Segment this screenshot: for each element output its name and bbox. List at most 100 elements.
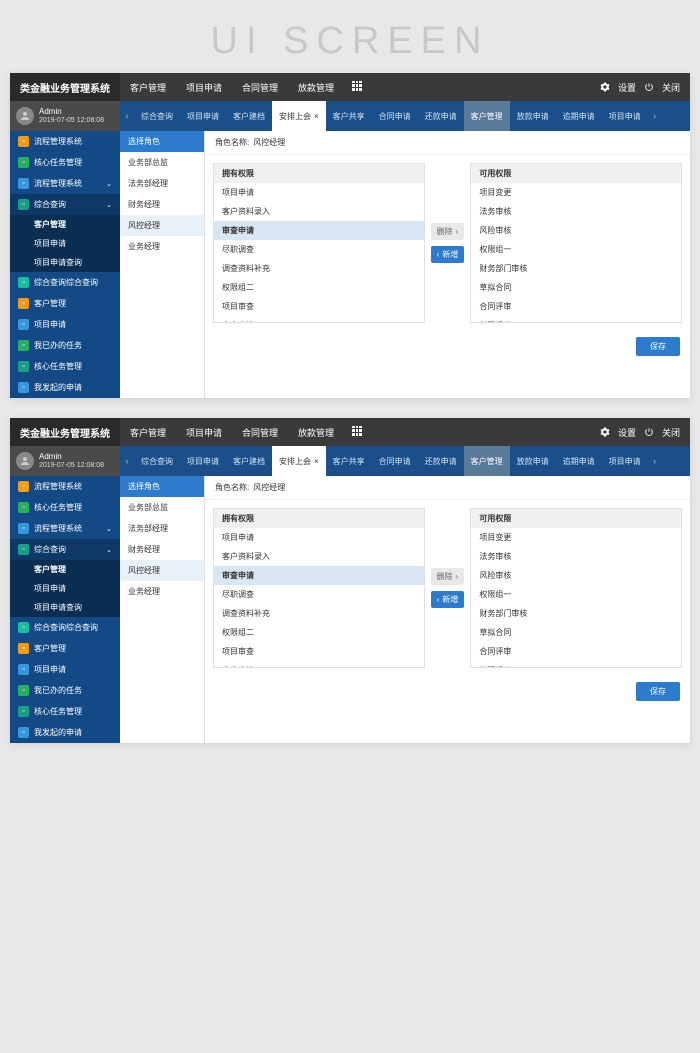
- nav-item[interactable]: 合同管理: [232, 81, 288, 94]
- role-item[interactable]: 法务部经理: [120, 518, 204, 539]
- sidebar-subitem[interactable]: 项目申请查询: [10, 253, 120, 272]
- sidebar-item[interactable]: ▫我发起的申请: [10, 377, 120, 398]
- sidebar-subitem[interactable]: 项目申请: [10, 234, 120, 253]
- permission-item[interactable]: 法务审核: [471, 547, 681, 566]
- add-button[interactable]: ‹新增: [431, 591, 465, 608]
- sidebar-item[interactable]: ▫综合查询综合查询: [10, 272, 120, 293]
- tab-active[interactable]: 安排上会×: [272, 446, 326, 476]
- sidebar-item[interactable]: ▫综合查询⌄: [10, 539, 120, 560]
- sidebar-item[interactable]: ▫核心任务管理: [10, 152, 120, 173]
- add-button[interactable]: ‹新增: [431, 246, 465, 263]
- settings-label[interactable]: 设置: [618, 426, 636, 439]
- permission-item[interactable]: 权限组三: [471, 316, 681, 323]
- permission-item[interactable]: 草拟合同: [471, 278, 681, 297]
- permission-item[interactable]: 项目审查: [214, 642, 424, 661]
- nav-item[interactable]: 合同管理: [232, 426, 288, 439]
- role-item[interactable]: 财务经理: [120, 194, 204, 215]
- tab[interactable]: 还款申请: [418, 446, 464, 476]
- sidebar-subitem[interactable]: 项目申请查询: [10, 598, 120, 617]
- permission-item[interactable]: 草拟合同: [471, 623, 681, 642]
- nav-item[interactable]: 客户管理: [120, 426, 176, 439]
- tab[interactable]: 项目申请: [180, 101, 226, 131]
- role-item[interactable]: 业务部总监: [120, 497, 204, 518]
- permission-item[interactable]: 项目申请: [214, 183, 424, 202]
- permission-item[interactable]: 风险审核: [471, 221, 681, 240]
- tab[interactable]: 客户建档: [226, 446, 272, 476]
- sidebar-item[interactable]: ▫流程管理系统⌄: [10, 173, 120, 194]
- permission-item[interactable]: 财务部门审核: [471, 259, 681, 278]
- permission-item[interactable]: 项目审查: [214, 297, 424, 316]
- sidebar-item[interactable]: ▫综合查询⌄: [10, 194, 120, 215]
- sidebar-item[interactable]: ▫我已办的任务: [10, 680, 120, 701]
- close-icon[interactable]: ×: [314, 112, 319, 121]
- role-item[interactable]: 法务部经理: [120, 173, 204, 194]
- sidebar-subitem[interactable]: 客户管理: [10, 215, 120, 234]
- tab[interactable]: 客户共享: [326, 101, 372, 131]
- permission-item[interactable]: 合同评审: [471, 297, 681, 316]
- tab[interactable]: 项目申请: [602, 101, 648, 131]
- sidebar-item[interactable]: ▫核心任务管理: [10, 356, 120, 377]
- permission-item[interactable]: 法务审核: [471, 202, 681, 221]
- role-item[interactable]: 风控经理: [120, 215, 204, 236]
- nav-item[interactable]: 项目申请: [176, 81, 232, 94]
- tab[interactable]: 综合查询: [134, 446, 180, 476]
- tab[interactable]: 客户共享: [326, 446, 372, 476]
- close-icon[interactable]: ×: [314, 457, 319, 466]
- sidebar-item[interactable]: ▫项目申请: [10, 314, 120, 335]
- permission-item[interactable]: 审查会议: [214, 661, 424, 668]
- permission-item[interactable]: 客户资料录入: [214, 547, 424, 566]
- role-item[interactable]: 财务经理: [120, 539, 204, 560]
- tab[interactable]: 客户管理: [464, 101, 510, 131]
- permission-item[interactable]: 调查资料补充: [214, 604, 424, 623]
- tab[interactable]: 项目申请: [180, 446, 226, 476]
- save-button[interactable]: 保存: [636, 337, 680, 356]
- tab[interactable]: 追期申请: [556, 446, 602, 476]
- gear-icon[interactable]: [600, 82, 610, 92]
- permission-item[interactable]: 项目申请: [214, 528, 424, 547]
- tab[interactable]: 放款申请: [510, 446, 556, 476]
- permission-item[interactable]: 合同评审: [471, 642, 681, 661]
- tab-scroll-right-icon[interactable]: ›: [648, 446, 662, 476]
- tab[interactable]: 客户建档: [226, 101, 272, 131]
- tab[interactable]: 综合查询: [134, 101, 180, 131]
- tab[interactable]: 放款申请: [510, 101, 556, 131]
- sidebar-item[interactable]: ▫我发起的申请: [10, 722, 120, 743]
- sidebar-item[interactable]: ▫客户管理: [10, 293, 120, 314]
- tab[interactable]: 合同申请: [372, 446, 418, 476]
- sidebar-subitem[interactable]: 客户管理: [10, 560, 120, 579]
- power-icon[interactable]: [644, 427, 654, 437]
- sidebar-item[interactable]: ▫核心任务管理: [10, 701, 120, 722]
- role-item[interactable]: 业务经理: [120, 236, 204, 257]
- sidebar-item[interactable]: ▫流程管理系统⌄: [10, 518, 120, 539]
- tab-scroll-left-icon[interactable]: ‹: [120, 446, 134, 476]
- tab[interactable]: 还款申请: [418, 101, 464, 131]
- sidebar-item[interactable]: ▫项目申请: [10, 659, 120, 680]
- nav-item[interactable]: 客户管理: [120, 81, 176, 94]
- permission-item[interactable]: 权限组二: [214, 278, 424, 297]
- sidebar-subitem[interactable]: 项目申请: [10, 579, 120, 598]
- tab[interactable]: 合同申请: [372, 101, 418, 131]
- permission-item[interactable]: 权限组一: [471, 240, 681, 259]
- save-button[interactable]: 保存: [636, 682, 680, 701]
- apps-grid-icon[interactable]: [352, 426, 362, 436]
- permission-item[interactable]: 权限组一: [471, 585, 681, 604]
- permission-item[interactable]: 财务部门审核: [471, 604, 681, 623]
- nav-item[interactable]: 项目申请: [176, 426, 232, 439]
- delete-button[interactable]: 删除›: [431, 223, 465, 240]
- role-item[interactable]: 风控经理: [120, 560, 204, 581]
- permission-item[interactable]: 项目变更: [471, 528, 681, 547]
- permission-item[interactable]: 尽职调查: [214, 240, 424, 259]
- tab[interactable]: 追期申请: [556, 101, 602, 131]
- tab-active[interactable]: 安排上会×: [272, 101, 326, 131]
- tab[interactable]: 客户管理: [464, 446, 510, 476]
- close-label[interactable]: 关闭: [662, 81, 680, 94]
- permission-item[interactable]: 尽职调查: [214, 585, 424, 604]
- apps-grid-icon[interactable]: [352, 81, 362, 91]
- permission-item[interactable]: 审查申请: [214, 221, 424, 240]
- sidebar-item[interactable]: ▫核心任务管理: [10, 497, 120, 518]
- sidebar-item[interactable]: ▫流程管理系统: [10, 131, 120, 152]
- delete-button[interactable]: 删除›: [431, 568, 465, 585]
- role-item[interactable]: 业务经理: [120, 581, 204, 602]
- role-item[interactable]: 业务部总监: [120, 152, 204, 173]
- nav-item[interactable]: 放款管理: [288, 81, 344, 94]
